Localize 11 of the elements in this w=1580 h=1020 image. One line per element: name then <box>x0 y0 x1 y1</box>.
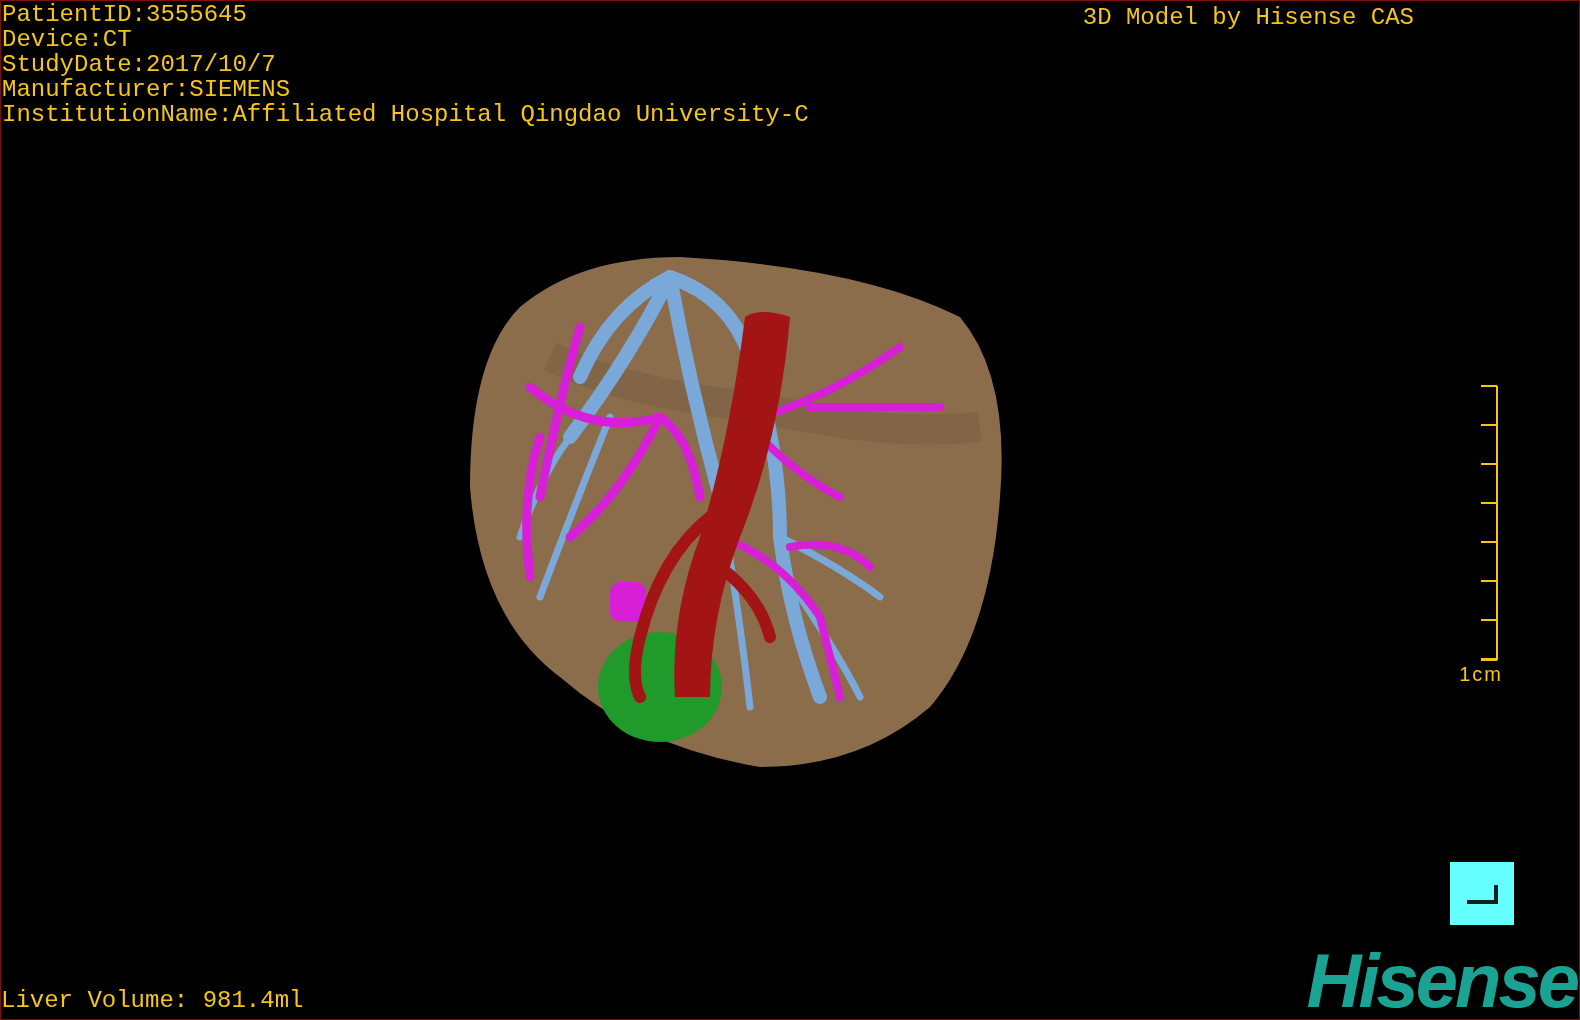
model-title: 3D Model by Hisense CAS <box>1082 5 1414 30</box>
info-text: Manufacturer:SIEMENS <box>2 77 292 102</box>
info-text: StudyDate:2017/10/7 <box>2 52 277 77</box>
info-text: Device:CT <box>2 27 133 52</box>
scale-label: 1cm <box>1459 663 1503 685</box>
info-text: InstitutionName:Affiliated Hospital Qingdao University-C <box>2 102 809 127</box>
info-text: PatientID:3555645 <box>2 2 248 27</box>
brand-logo: Hisense <box>1306 949 1579 1019</box>
corner-button[interactable] <box>1450 862 1514 925</box>
corner-icon <box>1465 882 1499 905</box>
liver-volume-text: Liver Volume: 981.4ml <box>1 988 304 1016</box>
